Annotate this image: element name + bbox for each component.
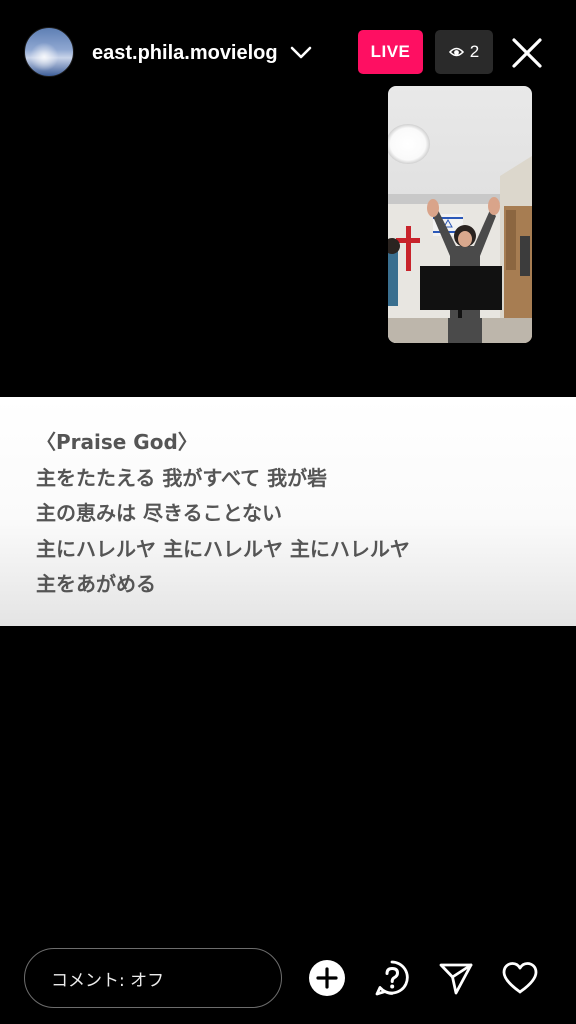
close-icon [512,38,542,68]
username: east.phila.movielog [92,41,278,64]
guest-video[interactable] [388,86,532,343]
profile-avatar[interactable] [24,27,74,77]
lyric-line: 主をたたえる 我がすべて 我が砦 [36,465,328,490]
lyric-title: 〈Praise God〉 [36,430,198,454]
add-button[interactable] [307,958,347,998]
add-icon [309,960,345,996]
live-badge: LIVE [358,30,423,74]
comment-input[interactable]: コメント: オフ [24,948,282,1008]
viewer-count-badge[interactable]: 2 [435,30,493,74]
share-button[interactable] [436,958,476,998]
comment-placeholder: コメント: オフ [51,970,165,991]
close-button[interactable] [508,34,546,72]
chevron-down-icon [290,42,312,64]
lyric-line: 主をあがめる [36,572,156,596]
heart-icon [502,962,538,994]
eye-icon [448,45,464,60]
question-icon [375,960,409,996]
video-frame-image [388,86,532,343]
send-icon [439,963,473,995]
viewer-count: 2 [469,42,480,61]
question-button[interactable] [372,958,412,998]
lyrics-card: 〈Praise God〉 主をたたえる 我がすべて 我が砦 主の恵みは 尽きるこ… [0,397,576,626]
like-button[interactable] [500,958,540,998]
username-dropdown[interactable]: east.phila.movielog [92,37,312,69]
lyric-line: 主にハレルヤ 主にハレルヤ 主にハレルヤ [36,536,410,561]
lyric-line: 主の恵みは 尽きることない [36,501,282,525]
